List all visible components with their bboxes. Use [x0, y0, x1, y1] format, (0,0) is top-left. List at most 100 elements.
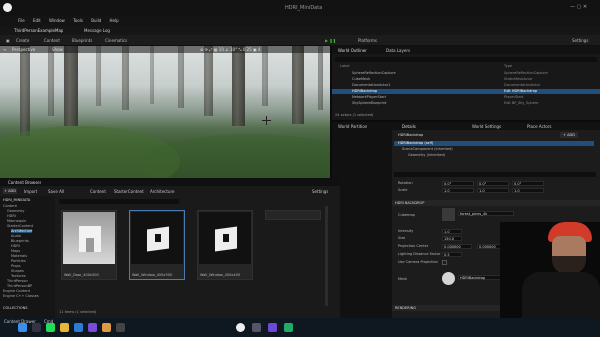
folder-item[interactable]: HDRI [11, 244, 20, 248]
outliner-row[interactable]: SphereReflectionCapture SphereReflection… [332, 71, 600, 76]
asset-grid-scrollbar[interactable] [325, 206, 328, 306]
folder-item[interactable]: ThirdPerson [7, 279, 28, 283]
breadcrumb-architecture[interactable]: Architecture [150, 189, 175, 194]
tree-root[interactable]: HDRI_MINIDATA [3, 198, 30, 202]
window-controls[interactable]: — ▢ ✕ [570, 4, 587, 10]
search-icon[interactable] [32, 323, 41, 332]
lighting-distance-field[interactable]: 0.5 [442, 252, 462, 257]
tab-content-browser[interactable]: Content Browser [8, 180, 41, 185]
asset-tile-selected[interactable]: Wall_Window_400x300 [129, 210, 185, 280]
save-icon[interactable]: ▣ [4, 37, 12, 44]
asset-tile[interactable]: Wall_Window_400x400 [197, 210, 253, 280]
menu-edit[interactable]: Edit [33, 18, 41, 23]
platforms-button[interactable]: Platforms [356, 37, 379, 44]
settings-button[interactable]: Settings [570, 37, 590, 44]
outliner-row-selected[interactable]: HDRIBackdrop Edit HDRIBackdrop [332, 89, 600, 94]
app-icon[interactable] [102, 323, 111, 332]
cinematics-button[interactable]: Cinematics [103, 37, 129, 44]
asset-tile-partial[interactable] [265, 210, 321, 220]
folder-item[interactable]: Audio [11, 234, 21, 238]
folder-item[interactable]: StarterContent [7, 224, 33, 228]
app-icon[interactable] [252, 323, 261, 332]
outliner-row[interactable]: CubeMesh StaticMeshActor [332, 77, 600, 82]
folder-item[interactable]: Maps [11, 249, 20, 253]
use-camera-projection-checkbox[interactable] [442, 260, 447, 265]
windows-start-icon[interactable] [18, 323, 27, 332]
app-icon[interactable] [88, 323, 97, 332]
rotation-y-field[interactable]: 0.0° [477, 181, 509, 186]
viewport-snap-controls[interactable]: ⊕ ⟳ ⤢ ▦ 10 ∠ 10° ⤡ 0.25 ▣ 4 [200, 47, 261, 52]
outliner-row[interactable]: DocumentationActor1 DocumentationActor [332, 83, 600, 88]
play-button[interactable]: ▶ ❚❚ [323, 37, 338, 44]
cb-settings-button[interactable]: Settings [312, 189, 328, 194]
tab-world-settings[interactable]: World Settings [472, 124, 501, 129]
cb-add-button[interactable]: + ADD [3, 188, 17, 194]
menu-help[interactable]: Help [110, 18, 119, 23]
tab-details[interactable]: Details [402, 124, 416, 129]
import-button[interactable]: Import [24, 189, 37, 194]
folder-item[interactable]: ThirdPersonBP [7, 284, 32, 288]
hamburger-icon[interactable]: ≡ [3, 47, 6, 52]
file-explorer-icon[interactable] [60, 323, 69, 332]
folder-item[interactable]: Blueprints [11, 239, 29, 243]
menu-file[interactable]: File [18, 18, 25, 23]
folder-item[interactable]: Shapes [11, 269, 24, 273]
asset-tile[interactable]: Wall_Door_400x300 [61, 210, 117, 280]
outliner-row[interactable]: NetworkPlayerStart PlayerStart [332, 95, 600, 100]
folder-item[interactable]: Engine Content [3, 289, 30, 293]
app-icon[interactable] [284, 323, 293, 332]
tab-data-layers[interactable]: Data Layers [386, 48, 410, 53]
projection-x-field[interactable]: 0.000000 [442, 244, 472, 249]
hdri-backdrop-section[interactable]: HDRI BACKDROP [392, 200, 600, 206]
content-button[interactable]: Content [42, 37, 62, 44]
app-icon[interactable] [116, 323, 125, 332]
perspective-button[interactable]: Perspective [12, 47, 35, 52]
level-viewport[interactable]: ≡ Perspective Show ⊕ ⟳ ⤢ ▦ 10 ∠ 10° ⤡ 0.… [0, 46, 330, 178]
folder-item[interactable]: Geometry [7, 209, 24, 213]
folder-item[interactable]: Content [3, 204, 17, 208]
outliner-search-input[interactable] [335, 57, 597, 62]
task-view-icon[interactable] [46, 323, 55, 332]
size-field[interactable]: 150.0 [442, 236, 462, 241]
cubemap-field[interactable]: forest_pines_4k [458, 211, 514, 216]
breadcrumb-starter-content[interactable]: StarterContent [114, 189, 144, 194]
show-button[interactable]: Show [52, 47, 63, 52]
add-component-button[interactable]: + ADD [560, 132, 578, 138]
tab-message-log[interactable]: Message Log [84, 28, 110, 33]
folder-item[interactable]: Particles [11, 259, 26, 263]
collections-header[interactable]: COLLECTIONS [3, 306, 28, 310]
outliner-row[interactable]: SkySphereBlueprint Edit BP_Sky_Sphere [332, 101, 600, 106]
blueprints-button[interactable]: Blueprints [70, 37, 94, 44]
scale-z-field[interactable]: 1.0 [512, 188, 544, 193]
folder-item[interactable]: Architecture [11, 229, 33, 233]
app-icon[interactable] [268, 323, 277, 332]
details-search-input[interactable] [394, 172, 596, 177]
component-self[interactable]: HDRIBackdrop (self) [394, 141, 594, 146]
unreal-taskbar-icon[interactable] [236, 323, 245, 332]
scale-x-field[interactable]: 1.0 [442, 188, 474, 193]
folder-item[interactable]: Props [11, 264, 21, 268]
menu-build[interactable]: Build [91, 18, 101, 23]
folder-item[interactable]: HDRI [7, 214, 16, 218]
save-all-button[interactable]: Save All [48, 189, 64, 194]
menu-tools[interactable]: Tools [73, 18, 83, 23]
scale-y-field[interactable]: 1.0 [477, 188, 509, 193]
tab-world-outliner[interactable]: World Outliner [338, 48, 367, 53]
tab-project[interactable]: ThirdPersonExampleMap [14, 28, 63, 33]
menu-window[interactable]: Window [49, 18, 65, 23]
component-item[interactable]: Geometry (Inherited) [408, 153, 445, 158]
folder-item[interactable]: Engine C++ Classes [3, 294, 39, 298]
component-item[interactable]: SceneComponent (Inherited) [402, 147, 453, 152]
intensity-field[interactable]: 1.0 [442, 229, 462, 234]
breadcrumb-content[interactable]: Content [90, 189, 106, 194]
rotation-z-field[interactable]: 0.0° [512, 181, 544, 186]
tab-place-actors[interactable]: Place Actors [527, 124, 552, 129]
tab-world-partition[interactable]: World Partition [338, 124, 367, 129]
folder-item[interactable]: Textures [11, 274, 26, 278]
folder-item[interactable]: Mannequin [7, 219, 26, 223]
create-button[interactable]: Create [14, 37, 31, 44]
edge-icon[interactable] [74, 323, 83, 332]
asset-search-input[interactable] [59, 199, 179, 204]
folder-item[interactable]: Materials [11, 254, 27, 258]
rotation-x-field[interactable]: 0.0° [442, 181, 474, 186]
